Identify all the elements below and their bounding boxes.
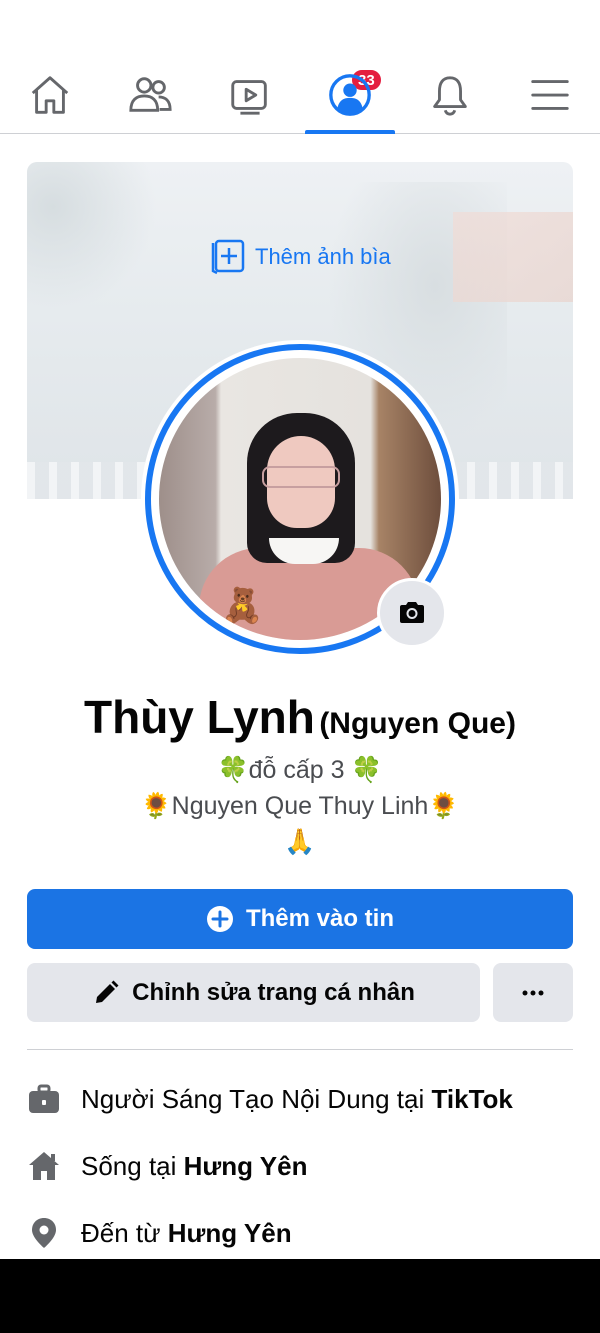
tab-home[interactable] xyxy=(0,56,100,133)
add-cover-label: Thêm ảnh bìa xyxy=(255,244,391,269)
add-to-story-label: Thêm vào tin xyxy=(245,905,395,932)
display-name: Thùy Lynh xyxy=(84,691,315,743)
hometown-detail: Đến từ Hưng Yên xyxy=(27,1213,573,1253)
work-detail: Người Sáng Tạo Nội Dung tại TikTok xyxy=(27,1079,573,1119)
pencil-icon xyxy=(96,980,119,1003)
edit-profile-button[interactable]: Chỉnh sửa trang cá nhân xyxy=(27,963,480,1022)
system-navigation-bar xyxy=(0,1259,600,1333)
more-dots-icon xyxy=(522,990,544,995)
friends-icon xyxy=(129,76,172,112)
section-divider xyxy=(27,1049,573,1050)
tab-watch[interactable]: 33 xyxy=(200,56,383,133)
top-nav-bar: 33 xyxy=(0,56,600,134)
profile-name: Thùy Lynh (Nguyen Que) xyxy=(0,690,600,744)
teddy-bear-sticker: 🧸 xyxy=(221,587,264,625)
add-cover-photo-button[interactable]: Thêm ảnh bìa xyxy=(207,237,391,277)
tab-friends[interactable] xyxy=(100,56,200,133)
current-city-detail: Sống tại Hưng Yên xyxy=(27,1146,573,1186)
work-text: Người Sáng Tạo Nội Dung tại TikTok xyxy=(81,1083,513,1114)
tab-profile[interactable] xyxy=(300,56,400,134)
hometown-text: Đến từ Hưng Yên xyxy=(81,1217,292,1248)
tab-notifications[interactable] xyxy=(400,56,500,133)
bio-line: 🙏 xyxy=(284,828,316,856)
bio-line: 🌻Nguyen Que Thuy Linh🌻 xyxy=(140,792,460,820)
bell-icon xyxy=(433,75,467,116)
menu-icon xyxy=(531,79,569,110)
add-to-story-button[interactable]: Thêm vào tin xyxy=(27,889,573,949)
work-place: TikTok xyxy=(431,1083,513,1114)
status-bar xyxy=(0,0,600,56)
hometown: Hưng Yên xyxy=(167,1217,292,1248)
camera-icon xyxy=(400,602,424,623)
add-photo-icon xyxy=(211,239,245,275)
bio-line: 🍀đỗ cấp 3 🍀 xyxy=(217,756,383,784)
tab-menu[interactable] xyxy=(500,56,600,133)
more-options-button[interactable] xyxy=(493,963,573,1022)
alternate-name: (Nguyen Que) xyxy=(319,707,516,740)
home-icon xyxy=(31,75,69,114)
profile-icon xyxy=(329,73,371,116)
plus-circle-icon xyxy=(206,906,233,932)
location-pin-icon xyxy=(32,1218,56,1248)
briefcase-icon xyxy=(29,1084,59,1113)
profile-bio: 🍀đỗ cấp 3 🍀 🌻Nguyen Que Thuy Linh🌻 🙏 xyxy=(0,752,600,860)
current-city: Hưng Yên xyxy=(183,1150,308,1181)
video-icon xyxy=(231,79,267,115)
house-icon xyxy=(29,1152,59,1180)
current-city-text: Sống tại Hưng Yên xyxy=(81,1150,308,1181)
edit-profile-label: Chỉnh sửa trang cá nhân xyxy=(132,978,415,1006)
change-profile-photo-button[interactable] xyxy=(377,578,447,648)
